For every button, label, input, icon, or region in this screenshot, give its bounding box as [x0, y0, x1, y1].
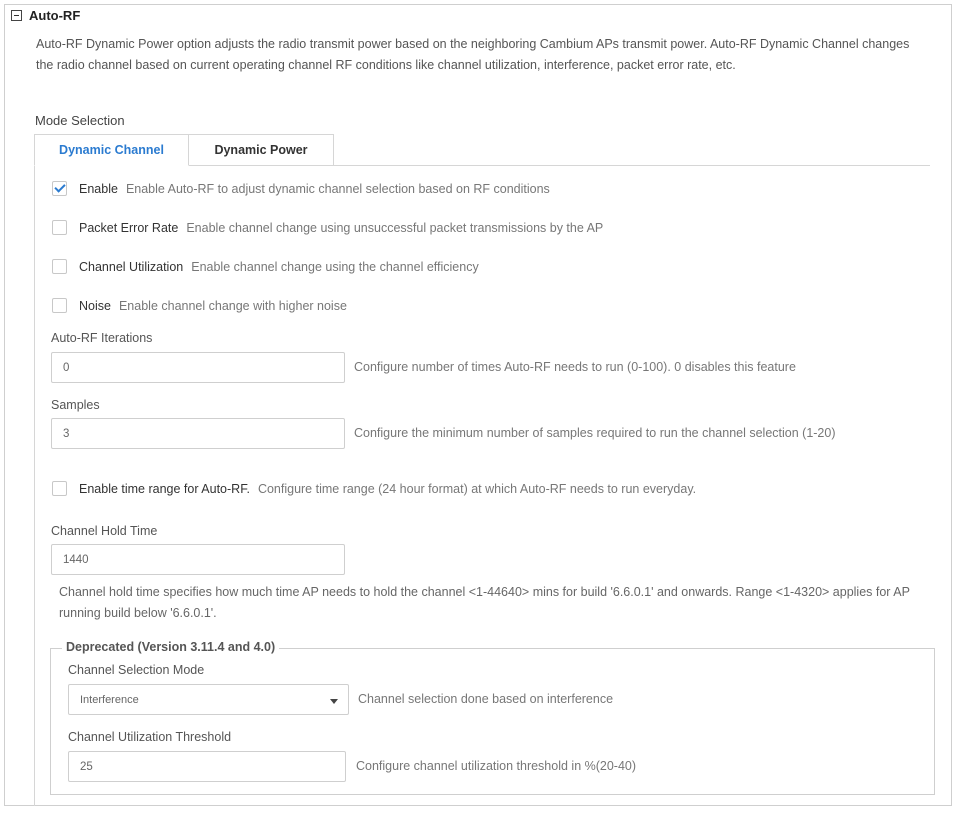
packet-error-rate-help: Enable channel change using unsuccessful…: [186, 220, 604, 235]
tab-dynamic-power[interactable]: Dynamic Power: [189, 134, 334, 166]
channel-utilization-help: Enable channel change using the channel …: [191, 259, 479, 274]
hold-time-description: Channel hold time specifies how much tim…: [59, 585, 910, 620]
selection-mode-label: Channel Selection Mode: [68, 663, 205, 677]
iterations-label: Auto-RF Iterations: [51, 331, 153, 345]
noise-label: Noise: [79, 298, 111, 313]
iterations-help: Configure number of times Auto-RF needs …: [354, 360, 796, 374]
tab-content-border: [34, 166, 35, 806]
time-range-checkbox[interactable]: [52, 481, 67, 496]
samples-label: Samples: [51, 398, 100, 412]
chevron-down-icon: [330, 699, 338, 704]
noise-checkbox[interactable]: [52, 298, 67, 313]
selection-mode-select[interactable]: Interference: [68, 684, 349, 715]
threshold-input[interactable]: [68, 751, 346, 782]
enable-label: Enable: [79, 181, 118, 196]
selection-mode-value: Interference: [80, 694, 139, 706]
time-range-label: Enable time range for Auto-RF.: [79, 481, 250, 496]
threshold-help: Configure channel utilization threshold …: [356, 759, 637, 773]
hold-time-input[interactable]: [51, 544, 345, 575]
time-range-help: Configure time range (24 hour format) at…: [257, 481, 697, 496]
packet-error-rate-label: Packet Error Rate: [79, 220, 179, 235]
hold-time-label: Channel Hold Time: [51, 524, 158, 538]
enable-help: Enable Auto-RF to adjust dynamic channel…: [125, 181, 550, 196]
section-description: Auto-RF Dynamic Power option adjusts the…: [36, 37, 910, 72]
iterations-input[interactable]: [51, 352, 345, 383]
enable-row: Enable Enable Auto-RF to adjust dynamic …: [52, 181, 550, 196]
samples-help: Configure the minimum number of samples …: [354, 426, 836, 440]
mode-selection-label: Mode Selection: [35, 113, 125, 128]
noise-row: Noise Enable channel change with higher …: [52, 298, 347, 313]
deprecated-legend: Deprecated (Version 3.11.4 and 4.0): [62, 640, 280, 654]
section-title: Auto-RF: [29, 8, 81, 23]
threshold-label: Channel Utilization Threshold: [68, 730, 232, 744]
packet-error-rate-checkbox[interactable]: [52, 220, 67, 235]
time-range-row: Enable time range for Auto-RF. Configure…: [52, 481, 696, 496]
packet-error-rate-row: Packet Error Rate Enable channel change …: [52, 220, 603, 235]
collapse-icon[interactable]: [11, 10, 22, 21]
channel-utilization-label: Channel Utilization: [79, 259, 184, 274]
selection-mode-help: Channel selection done based on interfer…: [358, 692, 614, 706]
channel-utilization-checkbox[interactable]: [52, 259, 67, 274]
samples-input[interactable]: [51, 418, 345, 449]
enable-checkbox[interactable]: [52, 181, 67, 196]
channel-utilization-row: Channel Utilization Enable channel chang…: [52, 259, 479, 274]
noise-help: Enable channel change with higher noise: [118, 298, 347, 313]
tab-dynamic-channel[interactable]: Dynamic Channel: [34, 134, 189, 166]
